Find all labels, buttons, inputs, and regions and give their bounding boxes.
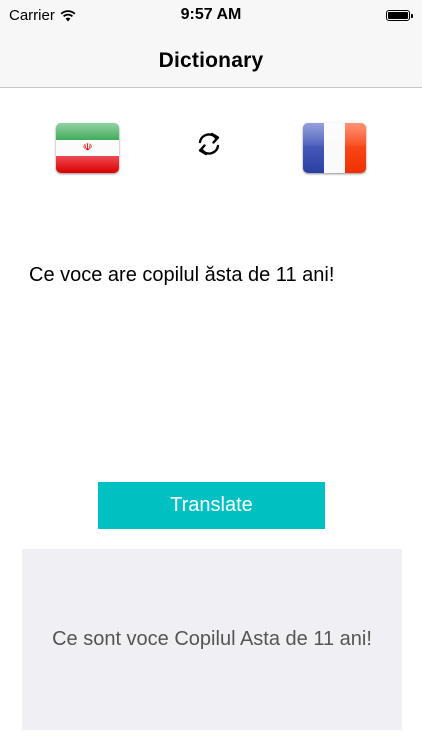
flag-red-band <box>56 156 119 173</box>
battery-icon <box>386 10 413 21</box>
translation-result-text: Ce sont voce Copilul Asta de 11 ani! <box>52 628 372 650</box>
source-text-input[interactable]: Ce voce are copilul ăsta de 11 ani! <box>29 262 399 288</box>
status-time: 9:57 AM <box>180 6 242 23</box>
navigation-bar: Dictionary <box>0 34 422 88</box>
flag-white-stripe <box>324 123 345 173</box>
source-language-iran-flag[interactable]: ☫ <box>56 123 119 173</box>
swap-arrows-icon <box>198 132 220 156</box>
flag-red-stripe <box>345 123 366 173</box>
target-language-france-flag[interactable] <box>303 123 366 173</box>
iran-emblem-icon: ☫ <box>82 141 93 154</box>
translate-button[interactable]: Translate <box>98 482 325 529</box>
flag-blue-stripe <box>303 123 324 173</box>
status-bar: Carrier 9:57 AM <box>0 0 422 34</box>
flag-white-band: ☫ <box>56 139 119 157</box>
flag-green-band <box>56 123 119 140</box>
page-title: Dictionary <box>158 48 264 72</box>
swap-languages-icon[interactable] <box>194 130 224 158</box>
translation-result-box: Ce sont voce Copilul Asta de 11 ani! <box>22 549 402 730</box>
